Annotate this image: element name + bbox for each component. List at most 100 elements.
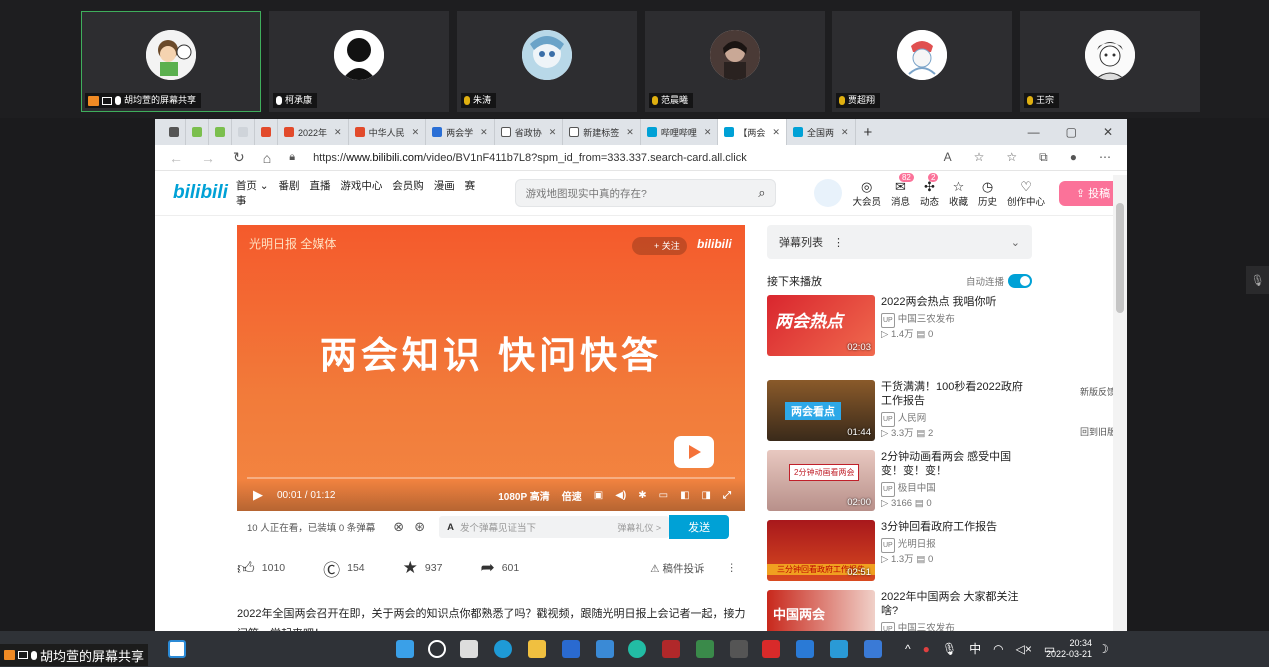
tab[interactable] <box>209 119 232 145</box>
tab[interactable]: 新建标签 ✕ <box>563 119 641 145</box>
tab[interactable]: 中华人民 ✕ <box>349 119 427 145</box>
participant-tile[interactable]: 范晨曦 <box>645 11 825 112</box>
follow-button[interactable]: + 关注 <box>632 237 687 255</box>
task-view-icon[interactable] <box>460 640 478 658</box>
volume-muted-icon[interactable]: ◁× <box>1016 642 1032 656</box>
more-icon[interactable]: ⋯ <box>1099 150 1111 165</box>
like-button[interactable]: 👍︎ 1010 <box>237 558 285 579</box>
chrome-icon[interactable] <box>628 640 646 658</box>
list-item[interactable]: 三分钟回看政府工作报告 02:51 3分钟回看政府工作报告 UP 光明日报 ▷ 1… <box>767 520 1032 582</box>
danmaku-toggle-icon[interactable]: ▣ <box>594 490 603 501</box>
participant-tile[interactable]: 朱涛 <box>457 11 637 112</box>
nav-home[interactable]: 首页 ⌄ <box>236 180 269 192</box>
new-tab-button[interactable]: + <box>856 124 881 141</box>
mic-tray-icon[interactable]: 🎙︎ <box>942 642 957 656</box>
participant-tile[interactable]: 柯承康 <box>269 11 449 112</box>
bilibili-logo[interactable]: bilibili <box>173 182 228 204</box>
settings-icon[interactable]: ✱ <box>638 490 646 501</box>
play-icon[interactable]: ▶ <box>253 487 263 503</box>
participant-tile[interactable]: 王宗 <box>1020 11 1200 112</box>
app-tray-icon[interactable]: ● <box>923 642 930 656</box>
wps-icon[interactable] <box>662 640 680 658</box>
tab[interactable]: 全国两 ✕ <box>787 119 856 145</box>
minimize-icon[interactable]: — <box>1028 125 1040 139</box>
list-item[interactable]: 两会热点 02:03 2022两会热点 我唱你听 UP 中国三农发布 ▷ 1.4万… <box>767 295 1032 357</box>
favorites-icon[interactable]: ☆ <box>1006 150 1017 165</box>
tab[interactable]: 两会学 ✕ <box>426 119 495 145</box>
nav-live[interactable]: 直播 <box>309 180 330 192</box>
favorite-button[interactable]: ★ 937 <box>403 558 443 578</box>
nav-manga[interactable]: 漫画 <box>434 180 455 192</box>
chevron-up-icon[interactable]: ^ <box>905 642 911 656</box>
scrollbar-thumb[interactable] <box>1116 203 1124 313</box>
pip-icon[interactable]: ▭ <box>659 490 668 501</box>
visio-icon[interactable] <box>696 640 714 658</box>
danmaku-list-header[interactable]: 弹幕列表 ⋮ ⌄ <box>767 225 1032 259</box>
tab[interactable] <box>163 119 186 145</box>
user-avatar[interactable] <box>814 179 843 207</box>
favorite-add-icon[interactable]: ☆ <box>974 150 985 165</box>
nav-anime[interactable]: 番剧 <box>279 180 300 192</box>
photos-icon[interactable] <box>796 640 814 658</box>
list-item[interactable]: 2分钟动画看两会 02:00 2分钟动画看两会 感受中国变！变！变！ UP 极目中… <box>767 450 1032 512</box>
search-icon[interactable]: ⌕ <box>758 185 765 201</box>
share-button[interactable]: ➦ 601 <box>480 558 519 578</box>
tab[interactable]: 省政协 ✕ <box>495 119 564 145</box>
mail-icon[interactable] <box>596 640 614 658</box>
wps-office-icon[interactable] <box>762 640 780 658</box>
danmaku-settings-icon[interactable]: ⊛ <box>414 519 425 535</box>
wifi-icon[interactable]: ◠ <box>993 642 1003 656</box>
read-aloud-icon[interactable]: A <box>944 150 952 165</box>
autoplay-toggle[interactable] <box>1008 274 1032 288</box>
tab[interactable] <box>232 119 255 145</box>
report-link[interactable]: ⚠ 稿件投诉 <box>650 561 704 576</box>
mx-icon[interactable] <box>864 640 882 658</box>
dynamic-link[interactable]: 2 ✣ 动态 <box>920 172 939 208</box>
tab[interactable]: 哔哩哔哩 ✕ <box>641 119 719 145</box>
ime-indicator[interactable]: 中 <box>969 640 981 657</box>
danmaku-etiquette-link[interactable]: 弹幕礼仪 > <box>617 521 669 534</box>
search-input[interactable]: 游戏地图现实中真的存在? ⌕ <box>514 179 777 207</box>
close-icon[interactable]: ✕ <box>412 127 420 138</box>
side-mic-icon[interactable]: 🎙︎ <box>1246 266 1269 294</box>
widescreen-icon[interactable]: ◧ <box>680 490 689 501</box>
close-icon[interactable]: ✕ <box>841 127 849 138</box>
mx-icon[interactable] <box>830 640 848 658</box>
web-fullscreen-icon[interactable]: ◨ <box>702 490 711 501</box>
old-version-link[interactable]: 回到旧版 <box>1080 427 1116 438</box>
close-icon[interactable]: ✕ <box>480 127 488 138</box>
history-link[interactable]: ◷ 历史 <box>978 179 997 208</box>
danmaku-input[interactable]: A 发个弹幕见证当下 弹幕礼仪 > <box>439 516 670 538</box>
window-icon[interactable] <box>168 640 186 658</box>
video-player[interactable]: 光明日报 全媒体 + 关注 bilibili 两会知识 快问快答 ▶ 00:01… <box>237 225 745 511</box>
home-icon[interactable]: ⌂ <box>263 150 271 166</box>
close-icon[interactable]: ✕ <box>772 127 780 138</box>
list-item[interactable]: 中国两会 2022年中国两会 大家都关注啥? UP 中国三农发布 <box>767 590 1032 631</box>
danmaku-on-icon[interactable]: ⊗ <box>393 519 404 535</box>
store-icon[interactable] <box>562 640 580 658</box>
tab[interactable] <box>186 119 209 145</box>
volume-icon[interactable]: ◀) <box>615 490 626 501</box>
tab-active[interactable]: 【两会 ✕ <box>718 119 787 145</box>
favorites-link[interactable]: ☆ 收藏 <box>949 179 968 208</box>
message-link[interactable]: 82 ✉ 消息 <box>891 172 914 208</box>
scrollbar[interactable] <box>1113 175 1127 631</box>
url-field[interactable]: https://www.bilibili.com/video/BV1nF411b… <box>313 152 926 164</box>
creator-link[interactable]: ♡ 创作中心 <box>1007 179 1045 208</box>
refresh-icon[interactable]: ↻ <box>233 149 245 166</box>
close-icon[interactable]: ✕ <box>626 127 634 138</box>
nav-shop[interactable]: 会员购 <box>392 180 424 192</box>
fullscreen-icon[interactable]: ⤢ <box>723 490 731 501</box>
folder-icon[interactable] <box>528 640 546 658</box>
tab[interactable] <box>255 119 278 145</box>
app-icon[interactable] <box>730 640 748 658</box>
close-icon[interactable]: ✕ <box>334 127 342 138</box>
edge-icon[interactable] <box>494 640 512 658</box>
forward-icon[interactable]: → <box>201 150 215 166</box>
back-icon[interactable]: ← <box>169 150 183 166</box>
more-icon[interactable]: ⋮ <box>727 562 738 574</box>
speed-button[interactable]: 倍速 <box>562 488 582 503</box>
profile-icon[interactable]: ● <box>1070 150 1077 165</box>
close-icon[interactable]: ✕ <box>549 127 557 138</box>
lock-icon[interactable]: 🔒︎ <box>289 151 295 164</box>
